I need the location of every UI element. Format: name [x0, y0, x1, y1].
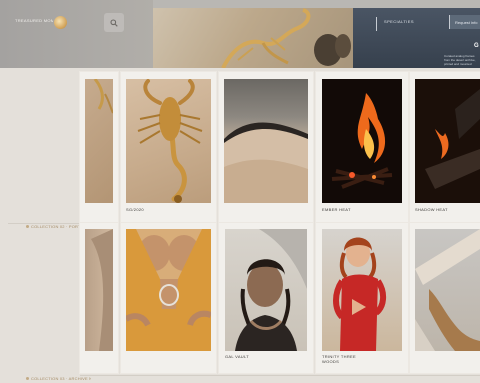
photo-portrait	[225, 229, 307, 351]
request-info-button[interactable]: Request info	[449, 15, 480, 29]
photo-card[interactable]: EMBER HEAT	[316, 72, 408, 222]
header-top-band	[153, 0, 480, 8]
photo	[85, 79, 113, 203]
row-marker-icon	[26, 377, 29, 380]
photo-driftwood	[415, 229, 480, 351]
search-icon	[110, 18, 118, 27]
hero-scorpion-image	[221, 8, 351, 68]
nav-link-specialties[interactable]: SPECIALTIES	[384, 19, 428, 27]
photo-card[interactable]: SHADOW HEAT	[410, 72, 480, 222]
photo-card[interactable]: GAL VAULT	[219, 223, 313, 373]
photo-red-dress	[322, 229, 402, 351]
photo-card[interactable]	[80, 223, 118, 373]
photo-scorpion	[126, 79, 211, 203]
row-divider	[80, 375, 480, 376]
nav-divider	[376, 17, 377, 31]
hero-caption: Curated analog frames from the desert ar…	[444, 54, 476, 66]
photo-card[interactable]	[80, 72, 118, 222]
row-marker-icon	[26, 225, 29, 228]
photo-fire-dark	[415, 79, 480, 203]
header-left-panel	[0, 0, 153, 68]
photo-card[interactable]: SG/2020	[121, 72, 216, 222]
logo-icon[interactable]	[54, 16, 67, 29]
photo	[85, 229, 113, 351]
photo-card[interactable]	[121, 223, 216, 373]
logo-wordmark[interactable]: TREASURED MOMENTS	[15, 18, 53, 24]
hero-badge: G	[474, 43, 479, 49]
photo-caption: SG/2020	[126, 207, 144, 212]
header-hero-image	[153, 8, 353, 68]
photo-dress	[126, 229, 211, 351]
search-button[interactable]	[104, 13, 124, 32]
row-label: COLLECTION 03 · ARCHIVE NOTES	[31, 376, 91, 381]
photo-fire	[322, 79, 402, 203]
photo-caption: SHADOW HEAT	[415, 207, 448, 212]
photo-grid: COLLECTION 02 · PORTRAIT STUDIES COLLECT…	[0, 68, 480, 383]
photo-dunes	[224, 79, 308, 203]
photo-caption: TRINITY THREE WOODS	[322, 354, 356, 364]
photo-caption: EMBER HEAT	[322, 207, 351, 212]
photo-card[interactable]	[219, 72, 313, 222]
photo-card[interactable]: TRINITY THREE WOODS	[316, 223, 408, 373]
photo-card[interactable]	[410, 223, 480, 373]
site-header: TREASURED MOMENTS SPECIALTIES Request in…	[0, 0, 480, 68]
photo-caption: GAL VAULT	[225, 354, 249, 359]
